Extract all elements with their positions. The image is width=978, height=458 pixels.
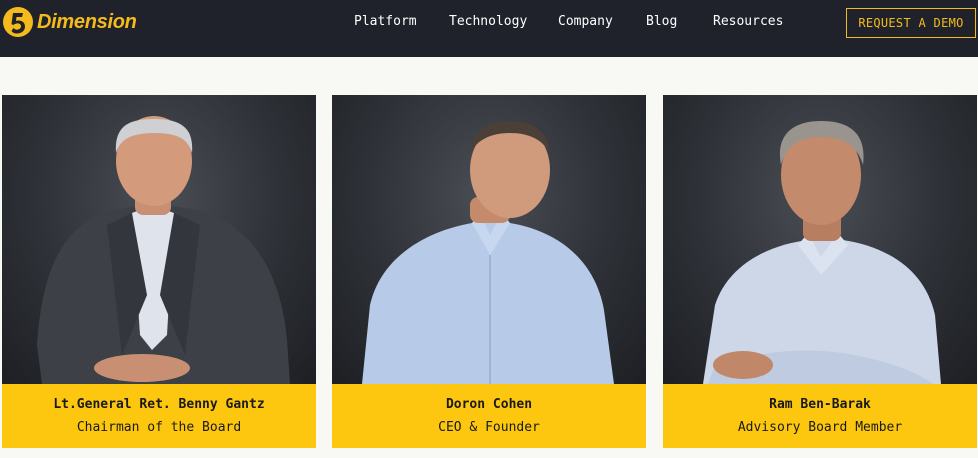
request-demo-button[interactable]: REQUEST A DEMO [846, 8, 976, 38]
main-nav: Platform Technology Company Blog Resourc… [0, 0, 978, 45]
team-member-card: Doron Cohen CEO & Founder [332, 95, 646, 448]
team-member-card: Ram Ben-Barak Advisory Board Member [663, 95, 977, 448]
team-member-name: Ram Ben-Barak [769, 397, 871, 412]
team-member-caption: Ram Ben-Barak Advisory Board Member [663, 384, 977, 448]
nav-item-technology[interactable]: Technology [449, 14, 527, 29]
team-member-role: Chairman of the Board [76, 420, 242, 435]
nav-item-blog[interactable]: Blog [646, 14, 677, 29]
team-member-caption: Lt.General Ret. Benny Gantz Chairman of … [2, 384, 316, 448]
top-navbar: Dimension Platform Technology Company Bl… [0, 0, 978, 57]
team-section: Lt.General Ret. Benny Gantz Chairman of … [0, 95, 978, 448]
team-member-photo [663, 95, 977, 384]
team-member-caption: Doron Cohen CEO & Founder [332, 384, 646, 448]
team-member-name: Lt.General Ret. Benny Gantz [53, 397, 265, 412]
team-member-photo [332, 95, 646, 384]
team-member-photo [2, 95, 316, 384]
team-member-card: Lt.General Ret. Benny Gantz Chairman of … [2, 95, 316, 448]
team-member-name: Doron Cohen [445, 397, 533, 412]
nav-item-platform[interactable]: Platform [354, 14, 417, 29]
team-member-role: Advisory Board Member [737, 420, 903, 435]
nav-item-resources[interactable]: Resources [713, 14, 783, 29]
team-member-role: CEO & Founder [438, 420, 540, 435]
nav-item-company[interactable]: Company [558, 14, 613, 29]
